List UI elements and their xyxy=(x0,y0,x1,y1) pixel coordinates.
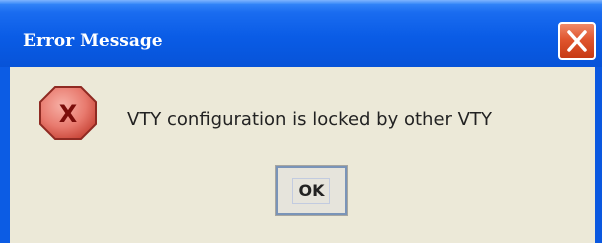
svg-text:X: X xyxy=(59,100,78,128)
error-dialog: Error Message X VTY configuration is loc… xyxy=(0,0,602,243)
close-button[interactable] xyxy=(558,22,596,60)
title-bar[interactable]: Error Message xyxy=(0,0,602,67)
ok-button-label: OK xyxy=(298,181,325,200)
ok-button[interactable]: OK xyxy=(275,165,348,216)
title-bar-highlight xyxy=(0,0,602,4)
error-icon: X xyxy=(39,86,97,140)
window-border-left xyxy=(0,67,10,243)
close-icon xyxy=(567,30,587,52)
window-border-right xyxy=(595,67,602,243)
window-title: Error Message xyxy=(23,31,163,51)
error-message: VTY configuration is locked by other VTY xyxy=(127,109,492,130)
